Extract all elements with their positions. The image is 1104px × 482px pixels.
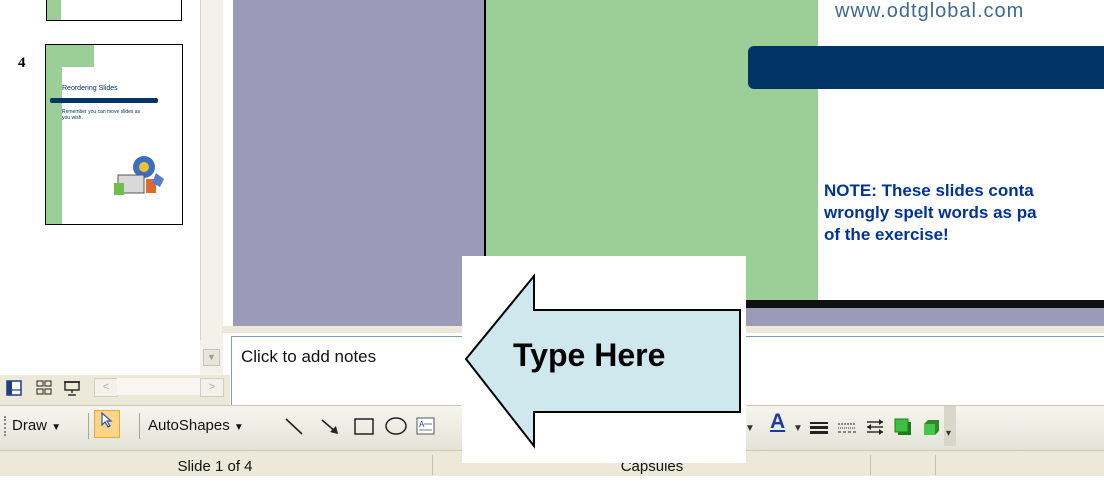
toolbar-options-icon: ▾ [946,428,952,439]
status-separator [870,455,871,475]
thumbnail-bar [50,98,158,103]
scroll-left-icon[interactable]: < [94,378,118,397]
arrow-style-icon[interactable] [864,416,886,438]
callout-text: Type Here [513,337,666,373]
line-style-icon[interactable] [808,416,830,438]
font-color-icon[interactable]: A [770,410,785,434]
dash-style-icon[interactable] [836,416,858,438]
thumbnail-scrollbar[interactable] [200,0,223,375]
dropdown-arrow-icon[interactable]: ▼ [793,423,803,434]
dropdown-arrow-icon: ▼ [233,422,244,433]
notes-placeholder[interactable]: Click to add notes [241,347,376,367]
clipart-image [114,156,164,195]
dropdown-arrow-icon[interactable]: ▼ [745,423,755,434]
scroll-down-icon[interactable]: ▼ [203,349,220,366]
slide-sorter-view-icon[interactable] [36,380,52,396]
horizontal-scroll-track[interactable] [117,378,202,395]
autoshapes-menu-button[interactable]: AutoShapes ▼ [148,414,244,438]
slide-thumbnail-3[interactable] [46,0,182,21]
pointer-icon [101,411,113,428]
arrow-tool-icon[interactable] [318,414,342,438]
toolbar-grip[interactable] [4,416,9,436]
3d-style-icon[interactable] [920,416,942,438]
draw-menu-button[interactable]: Draw ▼ [12,414,61,438]
oval-tool-icon[interactable] [384,414,408,438]
line-tool-icon[interactable] [282,414,306,438]
toolbar-options-button[interactable]: ▾ [944,406,956,446]
thumbnail-title: Reordering Slides [62,85,118,92]
rectangle-tool-icon[interactable] [352,414,376,438]
scroll-right-icon[interactable]: > [200,378,224,397]
normal-view-icon[interactable] [6,380,22,396]
status-separator [432,455,433,475]
thumbnail-bullet: Remember you can move slides as you wish… [62,109,141,121]
slide-title-bar [748,46,1104,89]
dropdown-arrow-icon: ▼ [51,422,62,433]
status-separator [935,455,936,475]
select-objects-button[interactable] [94,410,120,438]
status-slide-position: Slide 1 of 4 [177,458,253,475]
thumbnail-stripe [47,0,61,20]
slide-thumbnail-4[interactable]: Reordering Slides Remember you can move … [45,44,183,225]
slide-url-text: www.odtglobal.com [835,0,1025,22]
slide-note-text: NOTE: These slides conta wrongly spelt w… [824,181,1037,244]
toolbar-separator [88,413,89,439]
draw-label: Draw [12,417,48,434]
thumbnail-stripe [46,45,62,224]
autoshapes-label: AutoShapes [148,417,230,434]
slide-show-view-icon[interactable] [64,380,80,396]
shadow-style-icon[interactable] [892,416,914,438]
slide-thumbnail-number: 4 [18,55,26,71]
toolbar-separator [139,413,140,439]
text-box-tool-icon[interactable]: A [414,414,438,438]
thumbnail-stripe [62,45,94,67]
